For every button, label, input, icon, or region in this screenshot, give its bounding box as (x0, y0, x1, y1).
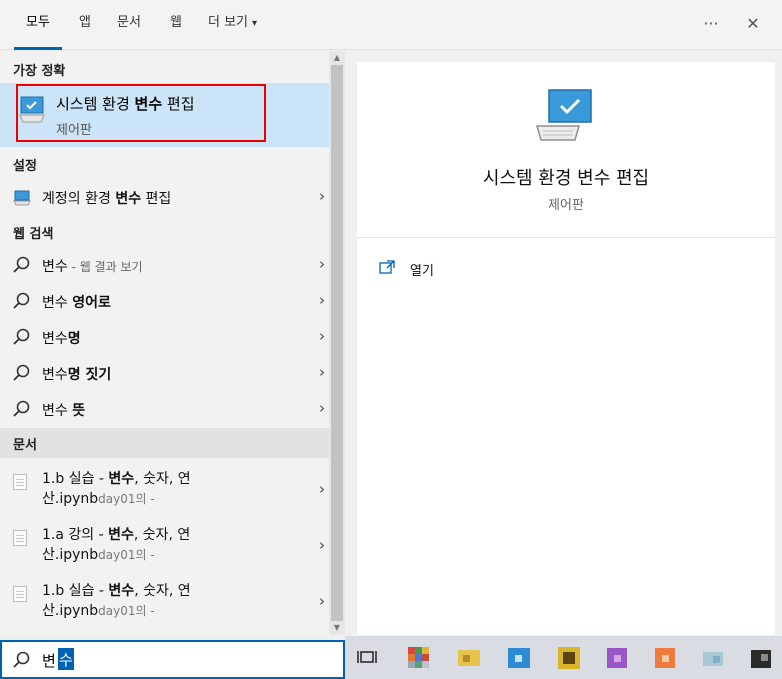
document-item-title: 1.b 실습 - 변수, 숫자, 연 (42, 471, 191, 487)
tab-all[interactable]: 모두 (14, 0, 62, 50)
search-icon (13, 328, 30, 345)
best-match-subtitle: 제어판 (56, 123, 92, 138)
document-item-path: 산.ipynbday01의 - (42, 491, 155, 507)
chevron-right-icon[interactable]: › (319, 592, 325, 610)
open-icon (379, 260, 395, 274)
scroll-down-icon[interactable]: ▼ (329, 621, 345, 635)
document-item[interactable]: 1.b 실습 - 변수, 숫자, 연 산.ipynbday01의 - › (0, 468, 329, 524)
chevron-down-icon: ▾ (252, 18, 258, 29)
document-icon (13, 586, 27, 602)
chevron-right-icon[interactable]: › (319, 480, 325, 498)
tab-more[interactable]: 더 보기 ▾ (208, 0, 257, 50)
section-web-search: 웹 검색 (13, 227, 54, 242)
best-match-item[interactable]: 시스템 환경 변수 편집 제어판 (0, 83, 329, 147)
search-scope-tabs: 모두 앱 문서 웹 더 보기 ▾ ··· ✕ (0, 0, 782, 50)
web-item[interactable]: 변수 - 웹 결과 보기 › (0, 247, 329, 283)
chevron-right-icon[interactable]: › (319, 291, 325, 309)
detail-subtitle: 제어판 (548, 198, 584, 213)
search-selected-text: 수 (58, 648, 74, 670)
web-item[interactable]: 변수명 짓기 › (0, 355, 329, 391)
system-settings-icon (13, 190, 31, 206)
section-best-match: 가장 정확 (13, 64, 66, 79)
detail-panel: 시스템 환경 변수 편집 제어판 열기 (357, 62, 775, 635)
close-icon[interactable]: ✕ (739, 10, 767, 38)
taskbar-app-icon[interactable] (455, 644, 483, 672)
results-list: 가장 정확 시스템 환경 변수 편집 제어판 설정 계정의 환경 변수 편집 ›… (0, 51, 345, 635)
task-view-icon[interactable] (357, 648, 377, 666)
search-input[interactable]: 변 수 (0, 640, 345, 679)
detail-title: 시스템 환경 변수 편집 (482, 168, 650, 189)
document-icon (13, 474, 27, 490)
chevron-right-icon[interactable]: › (319, 363, 325, 381)
tab-apps[interactable]: 앱 (79, 0, 91, 50)
document-item[interactable]: 1.b 실습 - 변수, 숫자, 연 산.ipynbday01의 - › (0, 580, 329, 635)
chevron-right-icon[interactable]: › (319, 187, 325, 205)
search-icon (13, 256, 30, 273)
chevron-right-icon[interactable]: › (319, 399, 325, 417)
section-documents-header: 문서 (0, 428, 329, 458)
chevron-right-icon[interactable]: › (319, 536, 325, 554)
best-match-title: 시스템 환경 변수 편집 (56, 95, 195, 113)
search-icon (13, 364, 30, 381)
document-item-title: 1.a 강의 - 변수, 숫자, 연 (42, 527, 191, 543)
taskbar-app-icon[interactable] (747, 644, 775, 672)
document-item-path: 산.ipynbday01의 - (42, 603, 155, 619)
search-icon (13, 400, 30, 417)
divider (357, 237, 775, 238)
web-item[interactable]: 변수명 › (0, 319, 329, 355)
scroll-up-icon[interactable]: ▲ (329, 51, 345, 65)
taskbar-app-icon[interactable] (405, 644, 433, 672)
taskbar-app-icon[interactable] (505, 644, 533, 672)
taskbar (345, 636, 782, 679)
search-icon (13, 292, 30, 309)
document-item-path: 산.ipynbday01의 - (42, 547, 155, 563)
tab-web[interactable]: 웹 (170, 0, 182, 50)
search-icon (13, 651, 30, 668)
system-settings-icon (536, 89, 592, 141)
results-scrollbar[interactable]: ▲ ▼ (329, 51, 345, 635)
document-item[interactable]: 1.a 강의 - 변수, 숫자, 연 산.ipynbday01의 - › (0, 524, 329, 580)
settings-item-label: 계정의 환경 변수 편집 (42, 191, 172, 207)
web-item-label: 변수 - 웹 결과 보기 (42, 259, 143, 275)
more-options-icon[interactable]: ··· (697, 10, 725, 38)
document-item-title: 1.b 실습 - 변수, 숫자, 연 (42, 583, 191, 599)
taskbar-app-icon[interactable] (699, 644, 727, 672)
tab-more-label: 더 보기 (208, 15, 249, 30)
section-settings: 설정 (13, 159, 37, 174)
tab-documents[interactable]: 문서 (117, 0, 141, 50)
web-item-label: 변수 영어로 (42, 295, 111, 311)
scroll-thumb[interactable] (331, 65, 343, 621)
open-label: 열기 (410, 264, 434, 279)
section-documents: 문서 (13, 438, 37, 453)
web-item-label: 변수 뜻 (42, 403, 86, 419)
chevron-right-icon[interactable]: › (319, 255, 325, 273)
settings-item[interactable]: 계정의 환경 변수 편집 › (0, 179, 329, 215)
taskbar-app-icon[interactable] (651, 644, 679, 672)
web-item-label: 변수명 (42, 331, 81, 347)
taskbar-app-icon[interactable] (555, 644, 583, 672)
web-item[interactable]: 변수 영어로 › (0, 283, 329, 319)
web-item[interactable]: 변수 뜻 › (0, 391, 329, 427)
document-icon (13, 530, 27, 546)
web-item-label: 변수명 짓기 (42, 367, 112, 383)
chevron-right-icon[interactable]: › (319, 327, 325, 345)
search-typed-text: 변 (42, 652, 56, 670)
taskbar-app-icon[interactable] (603, 644, 631, 672)
